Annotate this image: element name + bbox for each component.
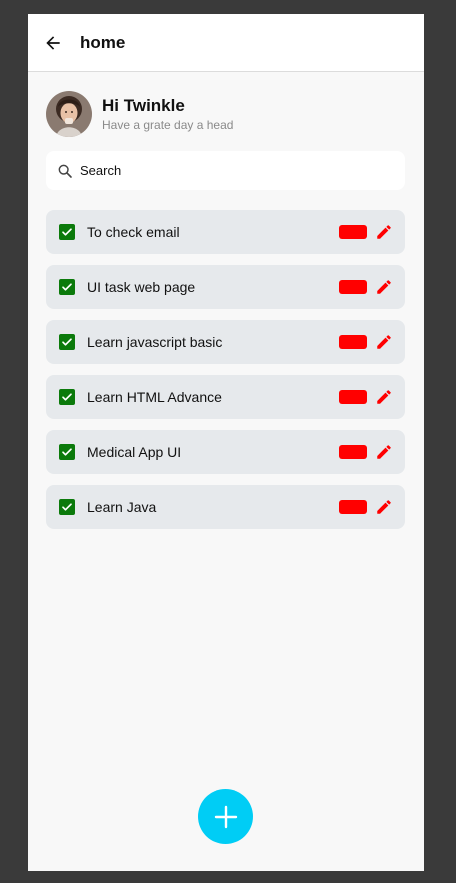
check-icon xyxy=(62,338,72,346)
greeting-subtitle: Have a grate day a head xyxy=(102,118,234,132)
delete-button[interactable] xyxy=(339,445,367,459)
delete-button[interactable] xyxy=(339,500,367,514)
edit-button[interactable] xyxy=(375,278,393,296)
todo-label: UI task web page xyxy=(87,279,196,295)
delete-button[interactable] xyxy=(339,335,367,349)
todo-checkbox[interactable] xyxy=(59,389,75,405)
delete-button[interactable] xyxy=(339,225,367,239)
search-icon xyxy=(57,163,73,179)
todo-label: Learn HTML Advance xyxy=(87,389,222,405)
edit-button[interactable] xyxy=(375,333,393,351)
app-screen: home Hi Twinkle Have a grate day a head xyxy=(28,14,424,871)
edit-button[interactable] xyxy=(375,443,393,461)
check-icon xyxy=(62,448,72,456)
todo-label: Learn Java xyxy=(87,499,157,515)
todo-item: To check email xyxy=(46,210,405,254)
pencil-icon xyxy=(377,500,391,514)
check-icon xyxy=(62,228,72,236)
pencil-icon xyxy=(377,335,391,349)
delete-button[interactable] xyxy=(339,390,367,404)
todo-item: Medical App UI xyxy=(46,430,405,474)
delete-button[interactable] xyxy=(339,280,367,294)
profile-header: Hi Twinkle Have a grate day a head xyxy=(46,91,233,137)
edit-button[interactable] xyxy=(375,388,393,406)
todo-checkbox[interactable] xyxy=(59,224,75,240)
todo-item: Learn javascript basic xyxy=(46,320,405,364)
back-button[interactable] xyxy=(41,31,65,55)
edit-button[interactable] xyxy=(375,498,393,516)
search-input[interactable] xyxy=(78,162,382,179)
plus-icon xyxy=(214,805,237,828)
todo-label: Learn javascript basic xyxy=(87,334,223,350)
todo-checkbox[interactable] xyxy=(59,334,75,350)
greeting-name: Hi Twinkle xyxy=(102,96,185,115)
arrow-left-icon xyxy=(46,35,60,50)
todo-checkbox[interactable] xyxy=(59,499,75,515)
pencil-icon xyxy=(377,280,391,294)
pencil-icon xyxy=(377,225,391,239)
todo-list: To check email UI task web page Learn ja… xyxy=(46,210,405,540)
app-bar: home xyxy=(28,14,424,72)
add-todo-button[interactable] xyxy=(198,789,253,844)
search-bar[interactable] xyxy=(46,151,405,190)
check-icon xyxy=(62,503,72,511)
todo-item: Learn HTML Advance xyxy=(46,375,405,419)
pencil-icon xyxy=(377,445,391,459)
avatar-image xyxy=(46,91,92,137)
page-title: home xyxy=(80,32,126,52)
todo-checkbox[interactable] xyxy=(59,444,75,460)
avatar xyxy=(46,91,92,137)
greeting: Hi Twinkle Have a grate day a head xyxy=(102,96,233,132)
edit-button[interactable] xyxy=(375,223,393,241)
todo-label: Medical App UI xyxy=(87,444,182,460)
check-icon xyxy=(62,283,72,291)
todo-checkbox[interactable] xyxy=(59,279,75,295)
todo-label: To check email xyxy=(87,224,180,240)
check-icon xyxy=(62,393,72,401)
todo-item: UI task web page xyxy=(46,265,405,309)
todo-item: Learn Java xyxy=(46,485,405,529)
pencil-icon xyxy=(377,390,391,404)
